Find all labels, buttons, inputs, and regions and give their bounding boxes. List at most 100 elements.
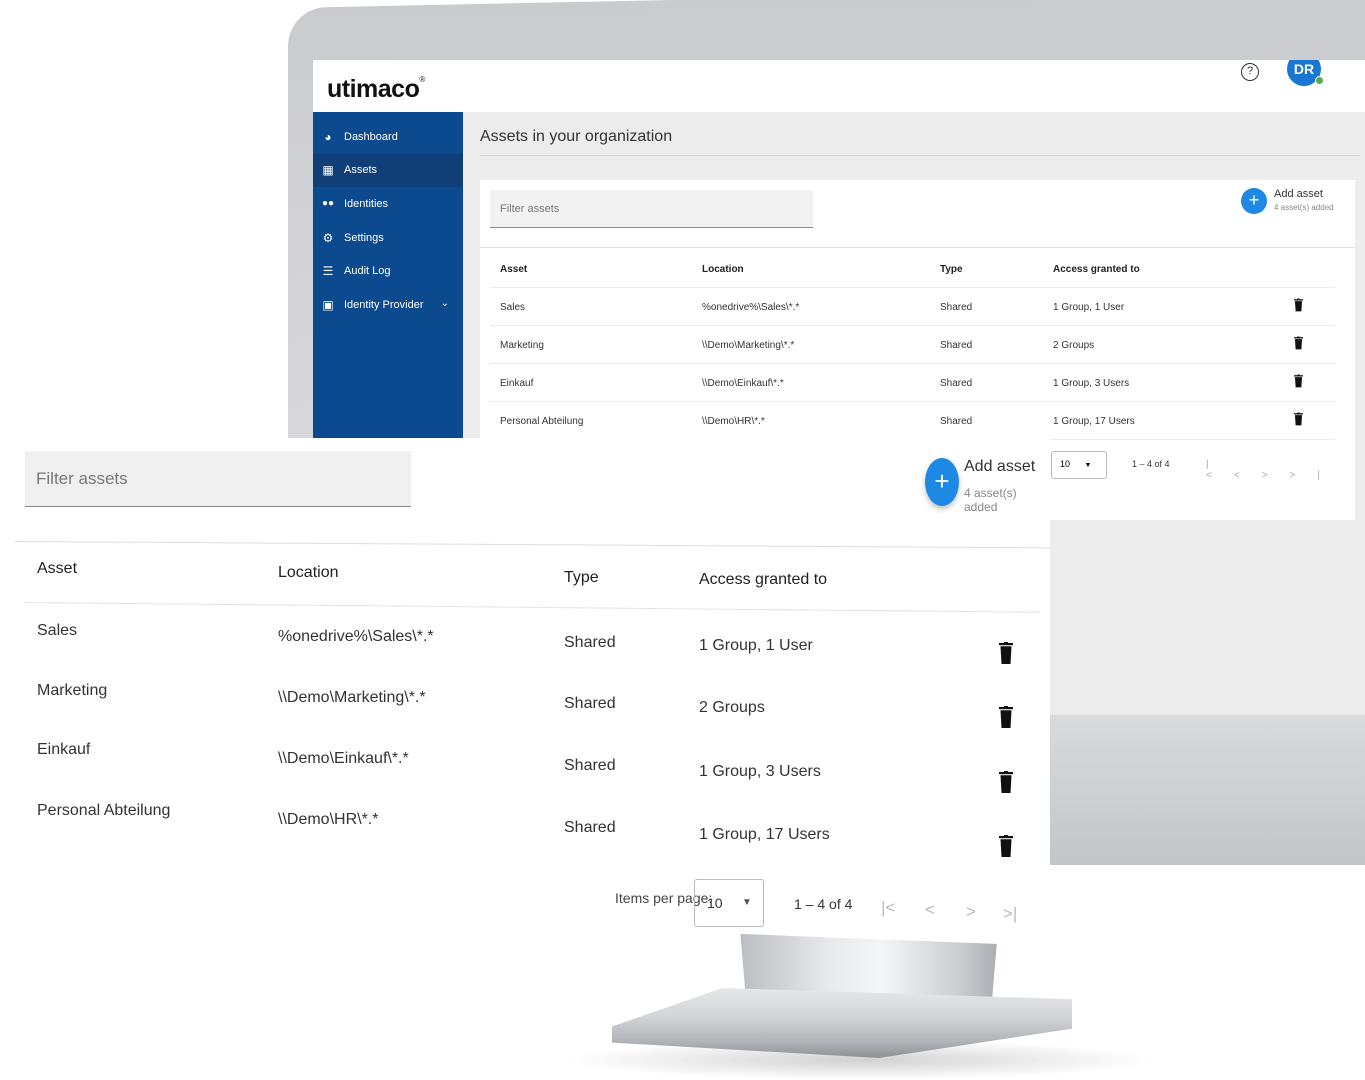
sidebar-item-audit-log[interactable]: ☰ Audit Log xyxy=(313,254,463,288)
gear-icon: ⚙ xyxy=(322,230,334,245)
sidebar-item-identities[interactable]: ●● Identities xyxy=(313,187,463,221)
table-header-row: Asset Location Type Access granted to xyxy=(490,250,1335,288)
cell-access: 1 Group, 3 Users xyxy=(699,763,821,780)
cell-access: 1 Group, 1 User xyxy=(1053,302,1125,313)
cell-location: %onedrive%\Sales\*.* xyxy=(702,302,800,313)
cell-asset: Marketing xyxy=(37,682,108,699)
sidebar-item-settings[interactable]: ⚙ Settings xyxy=(313,221,463,255)
first-page-icon[interactable]: |< xyxy=(881,898,895,918)
list-icon: ☰ xyxy=(322,264,334,279)
sidebar-item-dashboard[interactable]: ◕ Dashboard xyxy=(313,120,463,154)
cell-asset: Personal Abteilung xyxy=(500,416,584,427)
filter-assets-input[interactable]: Filter assets xyxy=(490,190,813,228)
online-status-dot xyxy=(1315,76,1324,85)
chevron-down-icon: ▼ xyxy=(1084,462,1092,469)
sidebar-item-label: Audit Log xyxy=(344,265,391,278)
utimaco-logo: utimaco® xyxy=(327,75,425,103)
prev-page-icon[interactable]: < xyxy=(1234,470,1262,481)
asset-count-label: 4 asset(s) added xyxy=(1274,203,1334,212)
trash-icon[interactable] xyxy=(999,642,1013,664)
trash-icon[interactable] xyxy=(1294,374,1303,388)
cell-location: \\Demo\Marketing\*.* xyxy=(278,689,426,706)
divider xyxy=(480,247,1355,248)
asset-count-label: 4 asset(s) added xyxy=(964,486,1017,514)
table-row[interactable]: Sales %onedrive%\Sales\*.* Shared 1 Grou… xyxy=(490,288,1335,326)
filter-assets-input[interactable]: Filter assets xyxy=(25,451,411,507)
next-page-icon[interactable]: > xyxy=(966,902,976,922)
cell-access: 1 Group, 17 Users xyxy=(699,826,830,843)
prev-page-icon[interactable]: < xyxy=(925,900,935,920)
last-page-icon[interactable]: >| xyxy=(1003,904,1017,924)
cell-type: Shared xyxy=(564,757,616,774)
page-title: Assets in your organization xyxy=(480,128,673,145)
sidebar-item-label: Identities xyxy=(344,197,389,210)
assets-icon: ▦ xyxy=(322,163,334,178)
pagination-range: 1 – 4 of 4 xyxy=(794,896,853,912)
cell-type: Shared xyxy=(940,416,973,427)
cell-asset: Sales xyxy=(37,622,78,639)
header-asset[interactable]: Asset xyxy=(37,560,77,578)
pie-chart-icon: ◕ xyxy=(324,129,332,144)
header-location[interactable]: Location xyxy=(702,264,744,275)
cell-access: 2 Groups xyxy=(1053,340,1095,351)
header-divider xyxy=(24,602,1040,613)
cell-access: 1 Group, 3 Users xyxy=(1053,378,1130,389)
divider xyxy=(15,541,1050,549)
cell-location: \\Demo\HR\*.* xyxy=(278,811,379,828)
cell-asset: Sales xyxy=(500,302,526,313)
header-type[interactable]: Type xyxy=(940,264,963,275)
next-page-icon[interactable]: > xyxy=(1262,470,1290,481)
sidebar-item-label: Assets xyxy=(344,164,378,177)
assets-card-zoomed: Filter assets + Add asset 4 asset(s) add… xyxy=(15,438,1050,946)
table-row[interactable]: Marketing \\Demo\Marketing\*.* Shared 2 … xyxy=(490,326,1335,364)
people-icon: ●● xyxy=(321,198,335,210)
add-asset-button[interactable]: + xyxy=(925,458,959,506)
pagination-range: 1 – 4 of 4 xyxy=(1132,459,1170,469)
header-access[interactable]: Access granted to xyxy=(1053,264,1140,275)
items-per-page-select[interactable]: 10 ▼ xyxy=(1051,451,1107,479)
header-location[interactable]: Location xyxy=(278,564,339,582)
cell-asset: Personal Abteilung xyxy=(37,802,171,819)
cell-access: 1 Group, 1 User xyxy=(699,637,813,654)
cell-location: %onedrive%\Sales\*.* xyxy=(278,628,434,645)
cell-location: \\Demo\Marketing\*.* xyxy=(702,340,795,351)
cell-type: Shared xyxy=(564,695,616,712)
table-row[interactable]: Personal Abteilung \\Demo\HR\*.* Shared … xyxy=(490,402,1335,440)
cell-location: \\Demo\HR\*.* xyxy=(702,416,765,427)
cell-asset: Einkauf xyxy=(500,378,534,389)
cell-access: 1 Group, 17 Users xyxy=(1053,416,1135,427)
table-row[interactable]: Einkauf \\Demo\Einkauf\*.* Shared 1 Grou… xyxy=(490,364,1335,402)
sidebar-item-identity-provider[interactable]: ▣ Identity Provider ⌄ xyxy=(313,288,463,322)
trash-icon[interactable] xyxy=(999,706,1013,728)
last-page-icon[interactable]: >| xyxy=(1290,470,1342,481)
chevron-down-icon: ▼ xyxy=(742,897,752,908)
header-access[interactable]: Access granted to xyxy=(699,571,827,589)
help-icon[interactable]: ? xyxy=(1241,63,1259,81)
cell-asset: Marketing xyxy=(500,340,544,351)
header-type[interactable]: Type xyxy=(564,569,599,587)
header-asset[interactable]: Asset xyxy=(500,264,527,275)
trash-icon[interactable] xyxy=(999,835,1013,857)
id-badge-icon: ▣ xyxy=(322,297,334,312)
sidebar-item-label: Dashboard xyxy=(344,130,398,143)
cell-type: Shared xyxy=(940,340,973,351)
title-divider xyxy=(480,155,1360,156)
cell-location: \\Demo\Einkauf\*.* xyxy=(278,750,409,767)
pagination-controls: |<<>>| xyxy=(1206,459,1365,481)
sidebar-item-assets[interactable]: ▦ Assets xyxy=(313,153,463,188)
items-per-page-select[interactable]: 10 xyxy=(694,879,764,927)
add-asset-button[interactable]: + xyxy=(1241,188,1267,214)
trash-icon[interactable] xyxy=(1294,412,1303,426)
trash-icon[interactable] xyxy=(1294,298,1303,312)
trash-icon[interactable] xyxy=(999,771,1013,793)
chevron-down-icon[interactable]: ⌄ xyxy=(441,298,449,309)
sidebar-item-label: Identity Provider xyxy=(344,298,424,311)
cell-access: 2 Groups xyxy=(699,699,765,716)
trash-icon[interactable] xyxy=(1294,336,1303,350)
cell-type: Shared xyxy=(564,634,616,651)
cell-type: Shared xyxy=(940,378,973,389)
cell-asset: Einkauf xyxy=(37,741,91,758)
add-asset-label: Add asset xyxy=(1274,188,1323,200)
top-bar: utimaco® xyxy=(313,60,1365,112)
first-page-icon[interactable]: |< xyxy=(1206,459,1234,481)
